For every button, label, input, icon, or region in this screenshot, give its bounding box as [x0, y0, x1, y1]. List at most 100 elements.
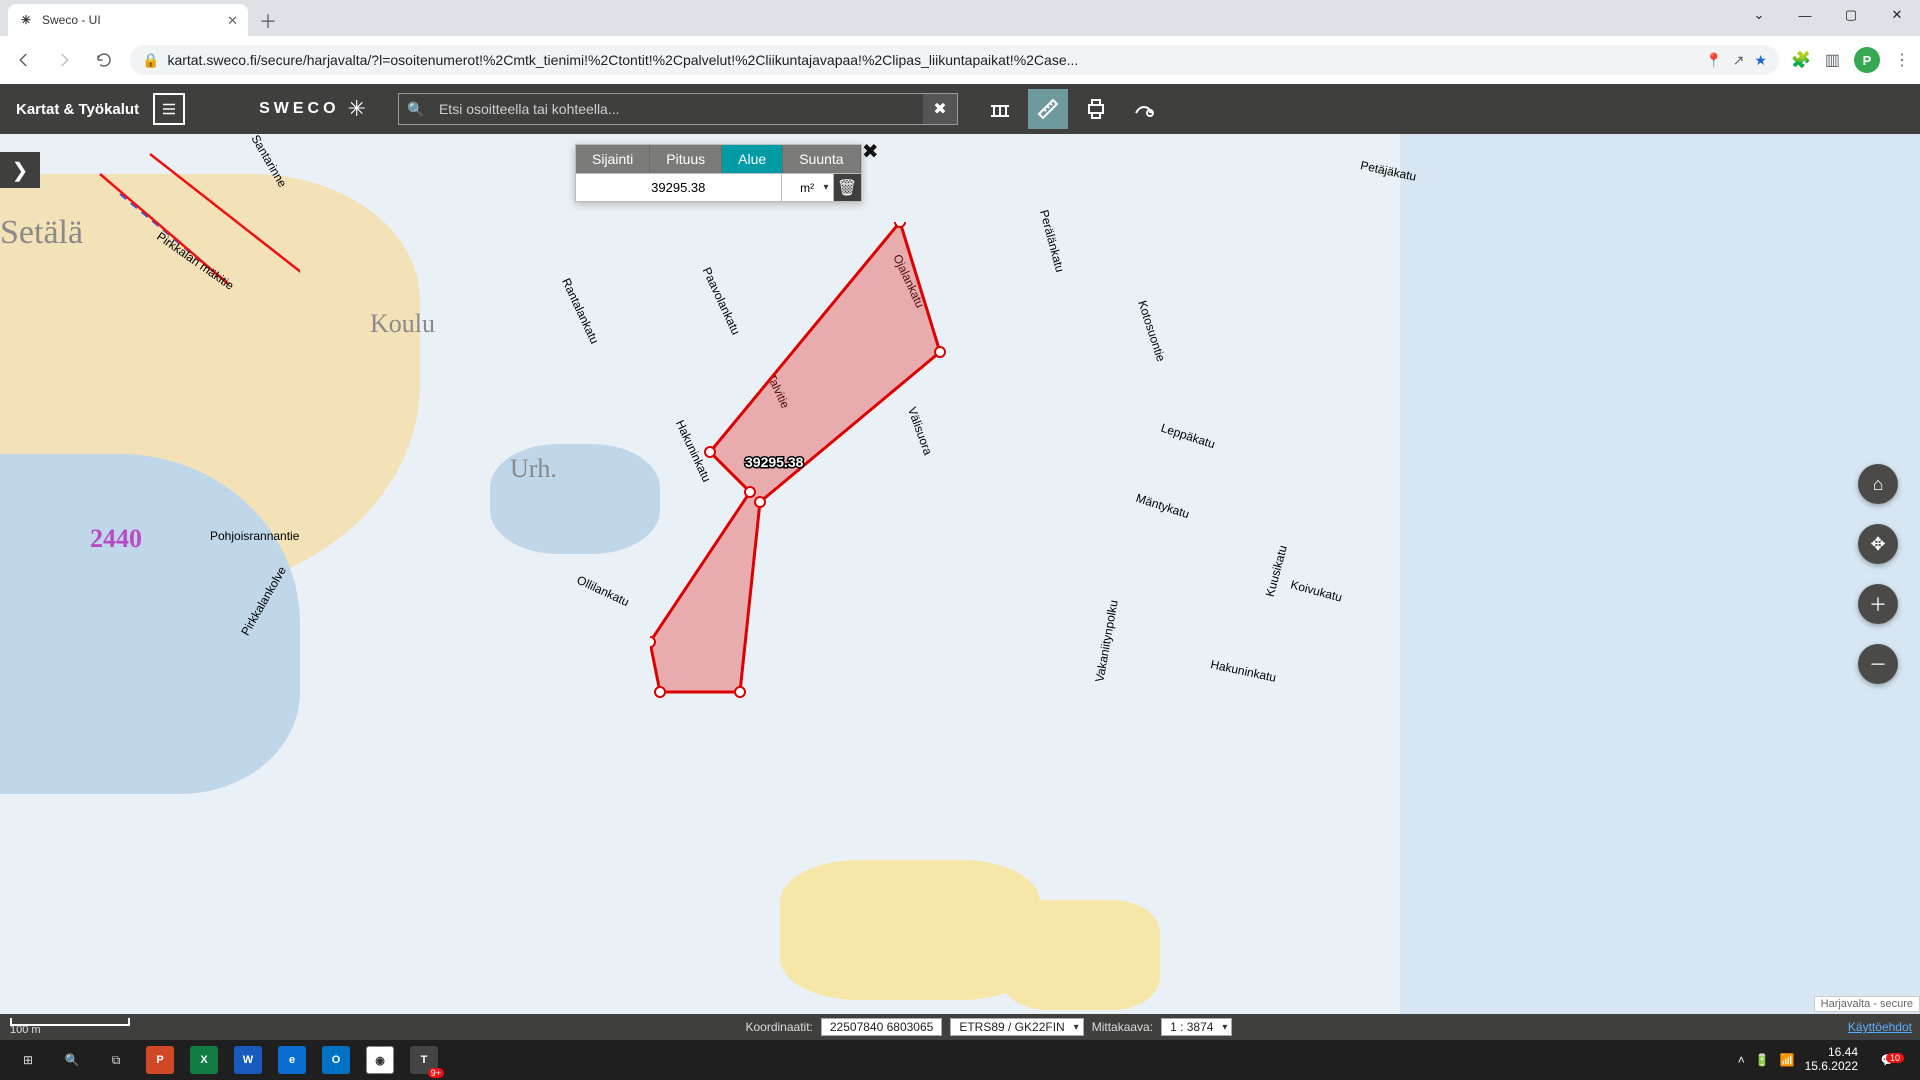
tab-suunta[interactable]: Suunta	[783, 145, 860, 173]
polygon-area-label: 39295.38	[745, 454, 804, 470]
map-zoom-out-button[interactable]: －	[1858, 644, 1898, 684]
taskbar-clock[interactable]: 16.44 15.6.2022	[1805, 1046, 1858, 1074]
taskbar-search-icon[interactable]: 🔍	[50, 1040, 94, 1080]
place-label-koulu: Koulu	[370, 309, 435, 339]
window-chevron-icon[interactable]: ⌄	[1736, 0, 1782, 30]
map-locate-button[interactable]: ✥	[1858, 524, 1898, 564]
lock-icon: 🔒	[142, 52, 159, 69]
street-leppakatu: Leppäkatu	[1159, 421, 1217, 452]
new-tab-button[interactable]: ＋	[254, 8, 282, 36]
window-close-icon[interactable]: ✕	[1874, 0, 1920, 30]
address-bar: 🔒 kartat.sweco.fi/secure/harjavalta/?l=o…	[0, 36, 1920, 84]
tab-alue[interactable]: Alue	[722, 145, 783, 173]
taskbar-outlook[interactable]: O	[314, 1040, 358, 1080]
sidepanel-icon[interactable]: ▥	[1825, 50, 1840, 70]
window-maximize-icon[interactable]: ▢	[1828, 0, 1874, 30]
header-tools	[980, 89, 1164, 129]
clock-date: 15.6.2022	[1805, 1060, 1858, 1074]
scale-select[interactable]: 1 : 3874	[1161, 1018, 1232, 1036]
layers-tool-icon[interactable]	[980, 89, 1020, 129]
action-center-icon[interactable]: 💬10	[1868, 1053, 1908, 1067]
taskbar-chrome[interactable]: ◉	[358, 1040, 402, 1080]
address-field[interactable]: 🔒 kartat.sweco.fi/secure/harjavalta/?l=o…	[130, 45, 1779, 75]
measure-tool-icon[interactable]	[1028, 89, 1068, 129]
sweco-logo: SWECO ✳	[259, 96, 366, 122]
nav-forward-button[interactable]	[50, 46, 78, 74]
place-label-2440: 2440	[90, 524, 142, 554]
measure-close-icon[interactable]: ✖	[862, 139, 879, 164]
location-pin-icon[interactable]: 📍	[1705, 52, 1722, 69]
search-box: 🔍 ✖	[398, 93, 958, 125]
brand-title: Kartat & Työkalut	[16, 101, 139, 118]
logo-text: SWECO	[259, 100, 339, 118]
measure-value-row: m² 🗑	[576, 173, 861, 201]
sweco-app: Kartat & Työkalut SWECO ✳ 🔍 ✖	[0, 84, 1920, 1040]
scale-bar: 100 m	[10, 1018, 130, 1036]
street-pohjoisrannantie: Pohjoisrannantie	[210, 529, 299, 543]
tab-sijainti[interactable]: Sijainti	[576, 145, 650, 173]
taskbar-ie[interactable]: e	[270, 1040, 314, 1080]
menu-toggle-button[interactable]	[153, 93, 185, 125]
tray-chevron-icon[interactable]: ˄	[1738, 1053, 1745, 1067]
bookmark-star-icon[interactable]: ★	[1754, 52, 1767, 69]
extensions-icon[interactable]: 🧩	[1791, 50, 1811, 70]
print-tool-icon[interactable]	[1076, 89, 1116, 129]
crs-select[interactable]: ETRS89 / GK22FIN	[950, 1018, 1083, 1036]
start-button[interactable]: ⊞	[6, 1040, 50, 1080]
nav-back-button[interactable]	[10, 46, 38, 74]
map-canvas[interactable]: Setälä Koulu Urh. 2440 Santarinne Pirkka…	[0, 134, 1920, 1040]
map-home-button[interactable]: ⌂	[1858, 464, 1898, 504]
search-clear-button[interactable]: ✖	[923, 94, 957, 124]
place-label-urh: Urh.	[510, 454, 557, 484]
street-peralankatu: Perälänkatu	[1037, 208, 1067, 273]
window-minimize-icon[interactable]: —	[1782, 0, 1828, 30]
measure-panel: ✖ Sijainti Pituus Alue Suunta m² 🗑	[575, 144, 862, 202]
terms-link[interactable]: Käyttöehdot	[1848, 1020, 1912, 1034]
nav-reload-button[interactable]	[90, 46, 118, 74]
tab-pituus[interactable]: Pituus	[650, 145, 722, 173]
coord-label: Koordinaatit:	[745, 1020, 812, 1034]
profile-avatar[interactable]: P	[1854, 47, 1880, 73]
map-zoom-in-button[interactable]: ＋	[1858, 584, 1898, 624]
taskbar-word[interactable]: W	[226, 1040, 270, 1080]
window-controls: ⌄ — ▢ ✕	[1736, 0, 1920, 36]
task-view-icon[interactable]: ⧉	[94, 1040, 138, 1080]
browser-tab[interactable]: ✳ Sweco - UI ✕	[8, 4, 248, 36]
measure-tabs: Sijainti Pituus Alue Suunta	[576, 145, 861, 173]
clock-time: 16.44	[1805, 1046, 1858, 1060]
address-trailing: 📍 ↗ ★	[1705, 52, 1767, 69]
basemap-urban-east	[1400, 134, 1920, 1040]
taskbar-excel[interactable]: X	[182, 1040, 226, 1080]
side-expand-handle[interactable]: ❯	[0, 152, 40, 188]
search-input[interactable]	[433, 94, 923, 124]
measure-delete-button[interactable]: 🗑	[833, 174, 861, 201]
close-tab-icon[interactable]: ✕	[227, 14, 238, 27]
teams-badge: 9+	[428, 1068, 444, 1078]
measure-unit-select[interactable]: m²	[781, 174, 833, 201]
measure-value-input[interactable]	[576, 174, 781, 201]
notif-badge: 10	[1886, 1053, 1904, 1063]
street-vakaniitynpolku: Vakaniitynpolku	[1092, 599, 1120, 683]
search-icon[interactable]: 🔍	[399, 94, 433, 124]
street-ollilankatu: Ollilankatu	[575, 573, 632, 609]
tray-battery-icon[interactable]: 🔋	[1755, 1053, 1770, 1067]
tray-wifi-icon[interactable]: 📶	[1780, 1053, 1795, 1067]
coord-value[interactable]: 22507840 6803065	[821, 1018, 942, 1036]
scale-text: 100 m	[10, 1024, 130, 1036]
tab-strip: ✳ Sweco - UI ✕ ＋	[0, 0, 1920, 36]
scale-label: Mittakaava:	[1092, 1020, 1153, 1034]
browser-chrome: ✳ Sweco - UI ✕ ＋ ⌄ — ▢ ✕ 🔒 kartat.sweco.…	[0, 0, 1920, 84]
kebab-menu-icon[interactable]: ⋮	[1894, 50, 1910, 70]
taskbar-powerpoint[interactable]: P	[138, 1040, 182, 1080]
share-icon[interactable]: ↗	[1733, 52, 1745, 69]
taskbar-teams[interactable]: T 9+	[402, 1040, 446, 1080]
street-hakuninkatu2: Hakuninkatu	[1209, 657, 1277, 685]
info-tool-icon[interactable]	[1124, 89, 1164, 129]
logo-mark-icon: ✳	[348, 96, 366, 122]
map-attribution: Harjavalta - secure	[1814, 996, 1920, 1012]
browser-right-icons: 🧩 ▥ P ⋮	[1791, 47, 1910, 73]
street-rantalankatu: Rantalankatu	[559, 276, 602, 346]
street-mantykatu: Mäntykatu	[1134, 491, 1191, 521]
url-text: kartat.sweco.fi/secure/harjavalta/?l=oso…	[167, 52, 1078, 68]
tab-title: Sweco - UI	[42, 13, 101, 27]
